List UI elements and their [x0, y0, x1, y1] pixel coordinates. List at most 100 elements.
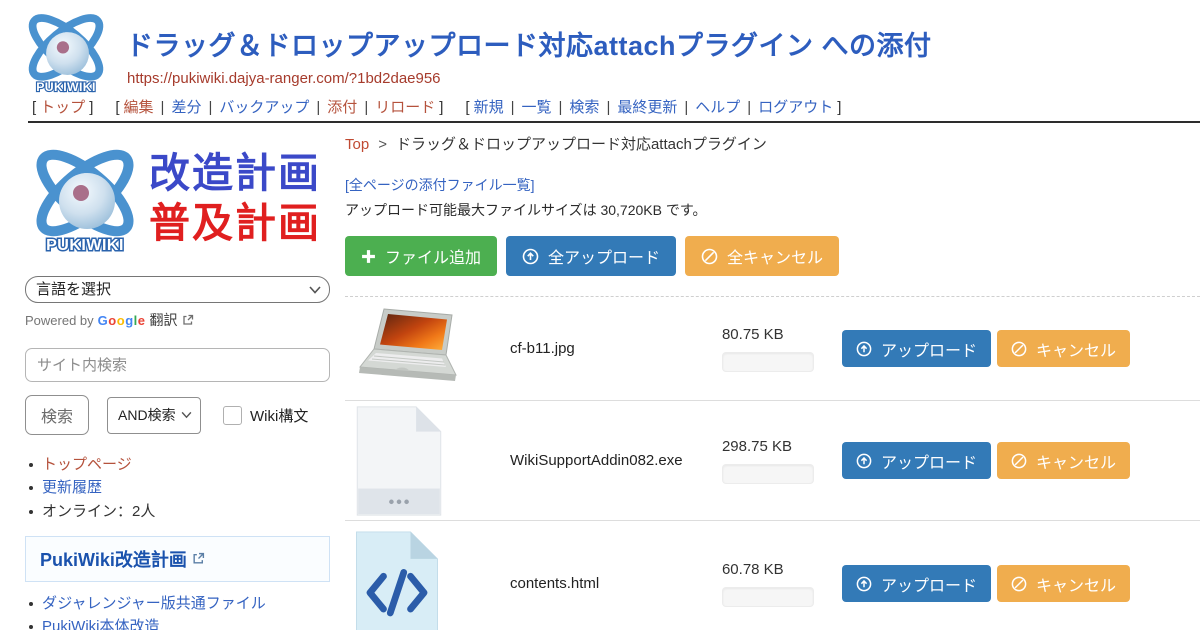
bracket: [: [465, 99, 469, 116]
pukiwiki-logo-text: PUKIWIKI: [46, 237, 124, 254]
bracket: [: [115, 99, 119, 116]
header-divider: [28, 121, 1200, 123]
sidebar: PUKIWIKI 改造計画 普及計画 言語を選択 Powered by Goog…: [25, 136, 330, 630]
upload-circle-icon: [856, 576, 872, 592]
file-row: WikiSupportAddin082.exe 298.75 KB アップロード…: [345, 401, 1200, 521]
list-item: オンライン：2人: [25, 502, 330, 522]
file-size: 298.75 KB: [722, 438, 842, 455]
nav-item-diff[interactable]: 差分: [171, 99, 201, 116]
separator: |: [316, 99, 320, 116]
breadcrumb-top-link[interactable]: Top: [345, 136, 369, 153]
list-item: ダジャレンジャー版共通ファイル: [25, 594, 330, 614]
ban-icon: [1011, 576, 1027, 592]
add-file-label: ファイル追加: [385, 244, 481, 268]
sidebar-link-history[interactable]: 更新履歴: [42, 479, 102, 496]
all-pages-attach-link[interactable]: [全ページの添付ファイル一覧]: [345, 175, 535, 195]
breadcrumb: Top > ドラッグ＆ドロップアップロード対応attachプラグイン: [345, 133, 1200, 154]
search-controls: 検索 AND検索 Wiki構文: [25, 395, 330, 435]
nav-item-logout[interactable]: ログアウト: [758, 99, 833, 116]
bulk-action-buttons: ファイル追加 全アップロード 全キャンセル: [345, 236, 1200, 276]
nav-item-search[interactable]: 検索: [569, 99, 599, 116]
nav-item-backup[interactable]: バックアップ: [219, 99, 309, 116]
sidebar-link-core-mod[interactable]: PukiWiki本体改造: [42, 618, 160, 630]
cancel-all-button[interactable]: 全キャンセル: [685, 236, 839, 276]
upload-button[interactable]: アップロード: [842, 565, 991, 602]
upload-all-button[interactable]: 全アップロード: [506, 236, 676, 276]
upload-label: アップロード: [881, 449, 977, 473]
generic-file-icon: [353, 405, 445, 517]
pukiwiki-page: PUKIWIKI ドラッグ＆ドロップアップロード対応attachプラグイン への…: [0, 0, 1200, 630]
file-row: cf-b11.jpg 80.75 KB アップロード キャンセル: [345, 297, 1200, 401]
banner-text: 改造計画 普及計画: [149, 136, 321, 248]
upload-circle-icon: [856, 453, 872, 469]
file-size: 80.75 KB: [722, 326, 842, 343]
banner-line-kaizo: 改造計画: [149, 148, 321, 198]
sidebar-links-bottom: ダジャレンジャー版共通ファイル PukiWiki本体改造 PukiWikiテキス…: [25, 594, 330, 630]
separator: |: [161, 99, 165, 116]
separator: |: [208, 99, 212, 116]
upload-button[interactable]: アップロード: [842, 330, 991, 367]
page-url-link[interactable]: https://pukiwiki.dajya-ranger.com/?1bd2d…: [127, 70, 441, 87]
page-title: ドラッグ＆ドロップアップロード対応attachプラグイン への添付: [126, 24, 932, 63]
nav-item-new[interactable]: 新規: [474, 99, 504, 116]
bracket: ]: [89, 99, 93, 116]
separator: |: [747, 99, 751, 116]
nav-item-reload[interactable]: リロード: [375, 99, 435, 116]
pukiwiki-kaizo-link[interactable]: PukiWiki改造計画: [40, 546, 187, 572]
sidebar-links-top: トップページ 更新履歴 オンライン：2人: [25, 455, 330, 522]
upload-circle-icon: [522, 248, 539, 265]
cancel-label: キャンセル: [1036, 449, 1116, 473]
separator: |: [511, 99, 515, 116]
cancel-label: キャンセル: [1036, 337, 1116, 361]
pukiwiki-kaizo-box[interactable]: PukiWiki改造計画: [25, 536, 330, 582]
google-translate-credit: Powered by Google 翻訳: [25, 310, 330, 330]
file-row: contents.html 60.78 KB アップロード キャンセル: [345, 521, 1200, 630]
nav-item-top[interactable]: トップ: [40, 99, 85, 116]
nav-item-list[interactable]: 一覧: [522, 99, 552, 116]
separator: |: [364, 99, 368, 116]
pukiwiki-logo-text: PUKIWIKI: [36, 80, 96, 94]
nav-item-attach[interactable]: 添付: [327, 99, 357, 116]
file-name: WikiSupportAddin082.exe: [495, 452, 722, 469]
cancel-button[interactable]: キャンセル: [997, 565, 1130, 602]
search-mode-select[interactable]: AND検索: [107, 397, 201, 434]
breadcrumb-separator: >: [378, 136, 387, 153]
file-name: contents.html: [495, 575, 722, 592]
sidebar-link-toppage[interactable]: トップページ: [42, 456, 132, 473]
nav-item-edit[interactable]: 編集: [124, 99, 154, 116]
html-code-file-icon: [353, 530, 441, 630]
google-logo: Google: [98, 313, 146, 328]
upload-label: アップロード: [881, 337, 977, 361]
separator: |: [606, 99, 610, 116]
language-select[interactable]: 言語を選択: [25, 276, 330, 303]
progress-bar: [722, 352, 814, 372]
top-navigation: [トップ][編集|差分|バックアップ|添付|リロード][新規|一覧|検索|最終更…: [28, 96, 845, 117]
progress-bar: [722, 587, 814, 607]
progress-bar: [722, 464, 814, 484]
separator: |: [559, 99, 563, 116]
ban-icon: [1011, 341, 1027, 357]
nav-item-help[interactable]: ヘルプ: [695, 99, 740, 116]
breadcrumb-current: ドラッグ＆ドロップアップロード対応attachプラグイン: [396, 136, 767, 153]
upload-circle-icon: [856, 341, 872, 357]
separator: |: [684, 99, 688, 116]
banner-line-fukyu: 普及計画: [149, 198, 321, 248]
pukiwiki-logo-icon[interactable]: PUKIWIKI: [20, 6, 112, 98]
online-count: オンライン：2人: [42, 503, 155, 520]
add-file-button[interactable]: ファイル追加: [345, 236, 497, 276]
wiki-syntax-checkbox[interactable]: [223, 406, 242, 425]
bracket: [: [32, 99, 36, 116]
file-size: 60.78 KB: [722, 561, 842, 578]
file-thumbnail-laptop: [353, 305, 475, 393]
sidebar-link-common-files[interactable]: ダジャレンジャー版共通ファイル: [42, 595, 266, 612]
sidebar-banner-link[interactable]: PUKIWIKI 改造計画 普及計画: [25, 136, 330, 268]
nav-item-recent[interactable]: 最終更新: [617, 99, 677, 116]
site-search-input[interactable]: [25, 348, 330, 382]
upload-file-list: cf-b11.jpg 80.75 KB アップロード キャンセル: [345, 296, 1200, 630]
bracket: ]: [837, 99, 841, 116]
search-button[interactable]: 検索: [25, 395, 89, 435]
cancel-button[interactable]: キャンセル: [997, 442, 1130, 479]
cancel-button[interactable]: キャンセル: [997, 330, 1130, 367]
translate-link[interactable]: 翻訳: [150, 310, 178, 330]
upload-button[interactable]: アップロード: [842, 442, 991, 479]
